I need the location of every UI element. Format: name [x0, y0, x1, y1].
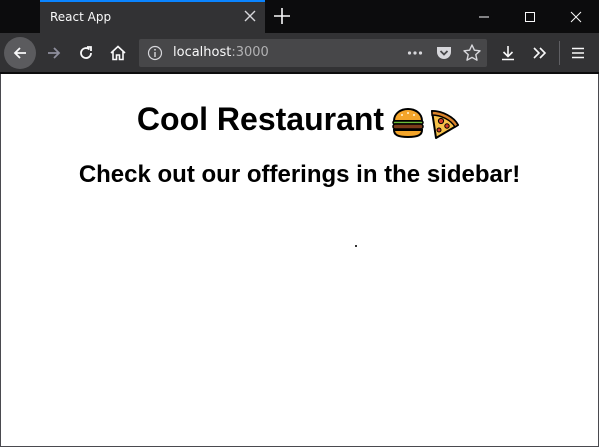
stray-dot — [355, 245, 357, 247]
home-button[interactable] — [102, 37, 134, 69]
page-content: Cool Restaurant Check out our offerings … — [1, 74, 598, 446]
url-bar[interactable]: localhost:3000 — [139, 39, 487, 67]
page-title-text: Cool Restaurant — [136, 101, 385, 137]
navigation-toolbar: localhost:3000 — [0, 33, 599, 73]
download-icon — [502, 46, 514, 61]
overflow-menu-button[interactable] — [524, 37, 556, 69]
tab-react-app[interactable]: React App — [40, 0, 265, 33]
maximize-button[interactable] — [507, 0, 553, 33]
minimize-button[interactable] — [461, 0, 507, 33]
ellipsis-icon[interactable] — [406, 44, 424, 62]
pocket-icon[interactable] — [435, 44, 453, 62]
toolbar-separator — [559, 41, 560, 65]
hamburger-icon — [572, 47, 584, 59]
window-close-button[interactable] — [553, 0, 599, 33]
title-emojis — [390, 102, 462, 141]
plus-icon — [274, 8, 290, 24]
tab-title: React App — [50, 10, 112, 24]
double-chevron-icon — [533, 47, 547, 59]
home-icon — [110, 45, 126, 61]
reload-icon — [80, 46, 92, 59]
url-text: localhost:3000 — [173, 45, 269, 60]
close-icon — [570, 11, 582, 22]
forward-arrow-icon — [48, 47, 61, 59]
new-tab-button[interactable] — [271, 5, 293, 27]
downloads-button[interactable] — [492, 37, 524, 69]
maximize-icon — [525, 11, 535, 22]
page-title: Cool Restaurant — [1, 101, 598, 141]
minimize-icon — [479, 16, 489, 17]
page-subtitle: Check out our offerings in the sidebar! — [78, 161, 521, 188]
back-arrow-icon — [13, 47, 26, 59]
url-port: :3000 — [231, 45, 269, 60]
url-host: localhost — [173, 45, 232, 60]
main-menu-button[interactable] — [562, 37, 594, 69]
title-bar: React App — [0, 0, 599, 33]
reload-button[interactable] — [70, 37, 102, 69]
hamburger-icon — [392, 107, 424, 138]
close-icon[interactable] — [243, 9, 257, 23]
pizza-icon — [431, 109, 460, 139]
forward-button[interactable] — [38, 37, 70, 69]
back-button[interactable] — [4, 37, 36, 69]
star-icon[interactable] — [462, 43, 482, 63]
info-icon[interactable] — [147, 45, 163, 61]
